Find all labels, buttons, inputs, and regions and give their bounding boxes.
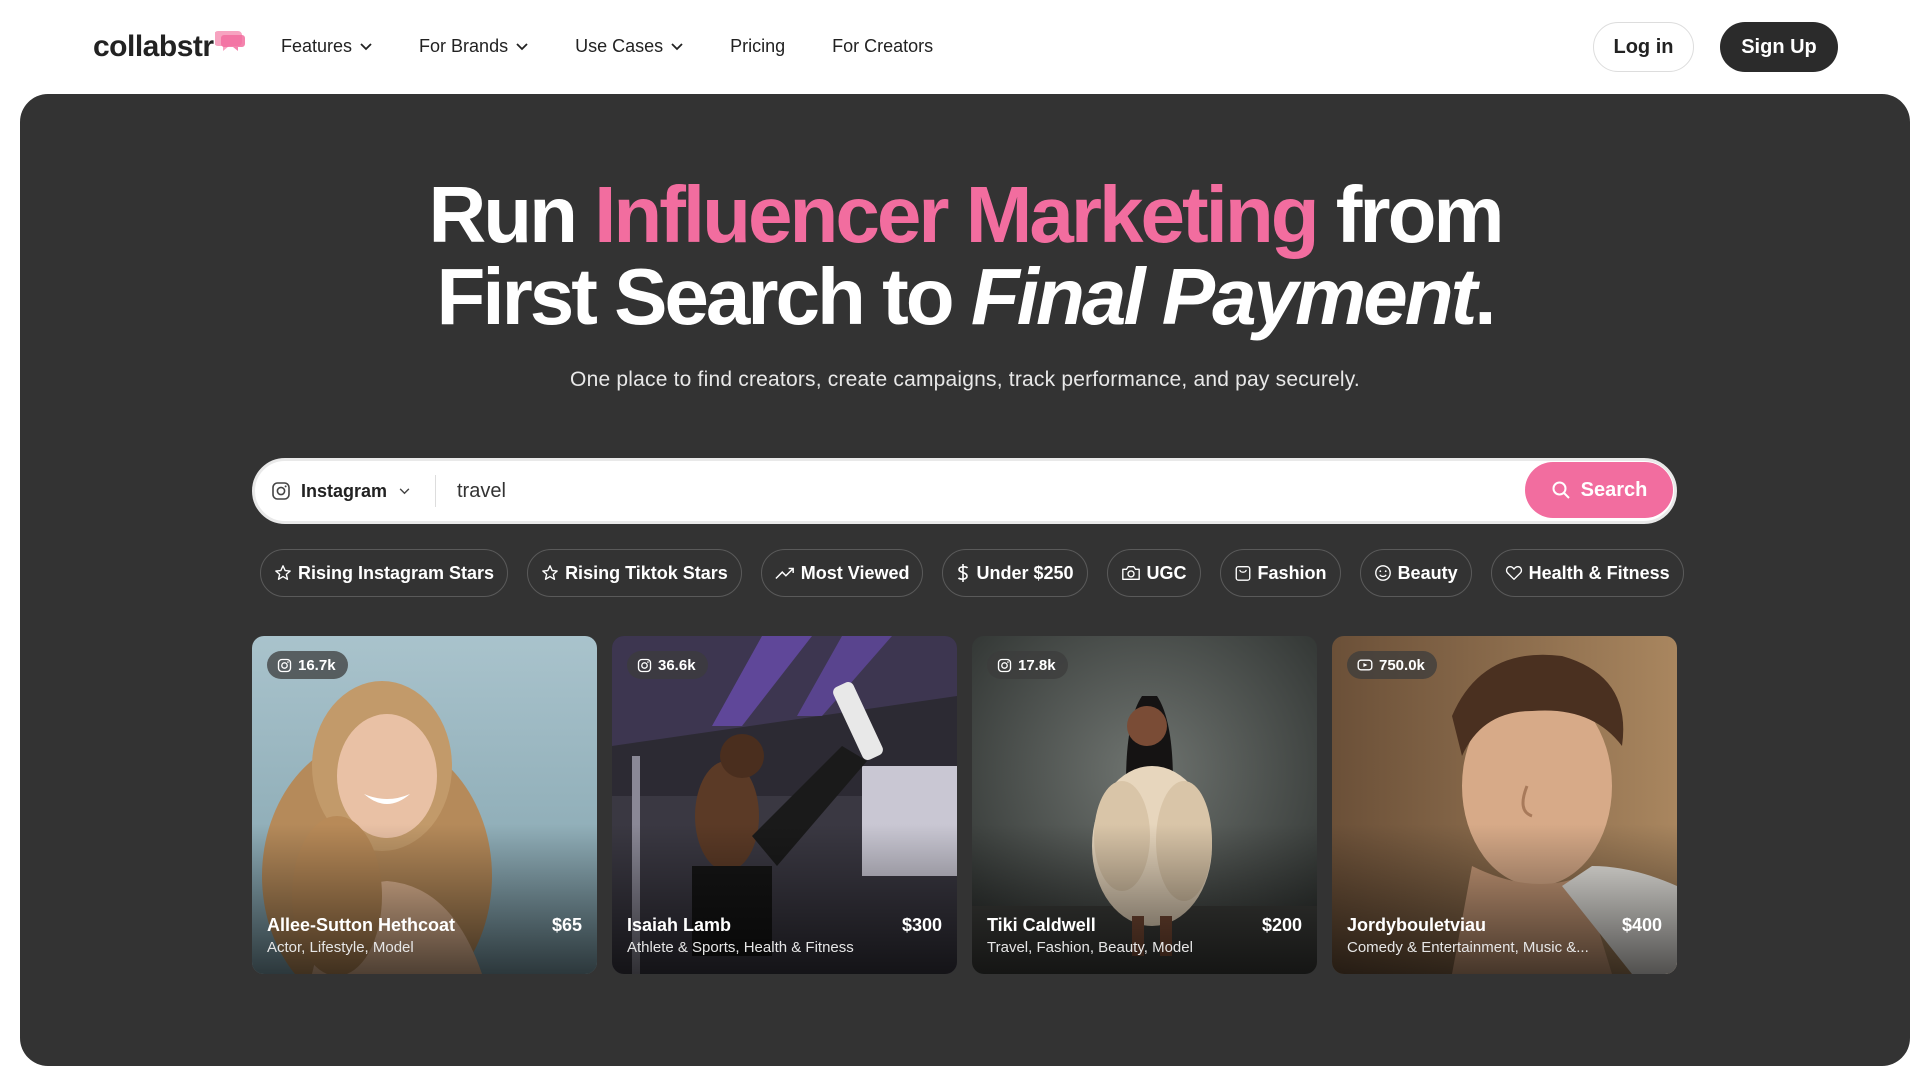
chip-under-250[interactable]: Under $250 [942,549,1088,597]
chevron-down-icon [360,42,372,51]
instagram-icon [997,658,1012,673]
creator-price: $400 [1621,915,1662,935]
creator-search-bar: Instagram Search [252,458,1677,524]
chip-label: Fashion [1257,562,1327,583]
creator-name: Isaiah Lamb [627,915,732,935]
chip-health-fitness[interactable]: Health & Fitness [1490,549,1684,597]
chevron-down-icon [671,42,683,51]
nav-label: Features [281,36,353,56]
chip-rising-tiktok-stars[interactable]: Rising Tiktok Stars [527,549,742,597]
headline-highlight: Influencer Marketing [594,170,1319,259]
search-input[interactable] [457,471,1457,511]
creator-card[interactable]: 16.7k Allee-Sutton Hethcoat Actor, Lifes… [252,636,597,974]
nav-use-cases[interactable]: Use Cases [575,36,683,57]
bag-icon [1234,564,1252,582]
follower-count: 36.6k [658,656,696,674]
creator-card[interactable]: 750.0k Jordybouletviau Comedy & Entertai… [1332,636,1677,974]
nav-pricing[interactable]: Pricing [730,36,785,57]
follower-badge: 16.7k [267,651,348,679]
chevron-down-icon [516,42,528,51]
heart-icon [1505,564,1523,582]
nav-label: For Creators [832,36,934,56]
instagram-icon [271,481,291,501]
signup-button[interactable]: Sign Up [1720,22,1838,72]
search-icon [1551,480,1571,500]
headline-part: . [1474,252,1496,341]
instagram-icon [277,658,292,673]
nav-label: Use Cases [575,36,664,56]
nav-features[interactable]: Features [281,36,372,57]
nav-label: Pricing [730,36,786,56]
hero-section: Run Influencer Marketing from First Sear… [20,94,1910,1066]
collabstr-logo[interactable]: collabstr [93,30,245,64]
search-divider [435,475,436,507]
login-button[interactable]: Log in [1593,22,1694,72]
chip-label: Rising Instagram Stars [298,562,495,583]
creator-price: $65 [551,915,582,935]
speech-bubble-icon [213,28,245,59]
chip-label: Beauty [1397,562,1458,583]
chip-label: UGC [1146,562,1187,583]
creator-categories: Athlete & Sports, Health & Fitness [627,939,854,956]
headline-italic: Final Payment [970,252,1477,341]
chip-label: Rising Tiktok Stars [565,562,728,583]
trending-icon [775,564,795,582]
creator-name: Tiki Caldwell [987,915,1096,935]
hero-headline: Run Influencer Marketing from First Sear… [20,174,1910,338]
follower-badge: 36.6k [627,651,708,679]
creator-name: Allee-Sutton Hethcoat [267,915,456,935]
hero-subheading: One place to find creators, create campa… [570,368,1360,391]
instagram-icon [637,658,652,673]
camera-icon [1121,564,1141,582]
star-icon [274,564,292,582]
chip-fashion[interactable]: Fashion [1219,549,1341,597]
smile-icon [1374,564,1392,582]
creator-price: $200 [1261,915,1302,935]
platform-select[interactable]: Instagram [271,461,410,521]
follower-badge: 750.0k [1347,651,1437,679]
creator-price: $300 [901,915,942,935]
chip-rising-instagram-stars[interactable]: Rising Instagram Stars [260,549,509,597]
search-button-label: Search [1580,478,1648,501]
creator-card[interactable]: 36.6k Isaiah Lamb Athlete & Sports, Heal… [612,636,957,974]
headline-part: Run [428,170,595,259]
chevron-down-icon [399,487,410,495]
creator-cards: 16.7k Allee-Sutton Hethcoat Actor, Lifes… [252,636,1692,974]
creator-name: Jordybouletviau [1347,915,1487,935]
follower-count: 16.7k [298,656,336,674]
nav-for-creators[interactable]: For Creators [832,36,933,57]
chip-label: Health & Fitness [1528,562,1670,583]
chip-label: Most Viewed [800,562,910,583]
star-icon [541,564,559,582]
headline-part: First Search to [436,252,971,341]
search-button[interactable]: Search [1525,462,1673,518]
follower-badge: 17.8k [987,651,1068,679]
follower-count: 17.8k [1018,656,1056,674]
platform-label: Instagram [301,480,388,501]
quick-filter-chips: Rising Instagram Stars Rising Tiktok Sta… [260,549,1703,597]
headline-part: from [1316,170,1505,259]
creator-categories: Travel, Fashion, Beauty, Model [987,939,1193,956]
dollar-icon [956,563,970,583]
youtube-icon [1357,658,1373,672]
chip-most-viewed[interactable]: Most Viewed [760,549,924,597]
chip-ugc[interactable]: UGC [1106,549,1201,597]
creator-categories: Actor, Lifestyle, Model [267,939,414,956]
chip-beauty[interactable]: Beauty [1359,549,1472,597]
creator-card[interactable]: 17.8k Tiki Caldwell Travel, Fashion, Bea… [972,636,1317,974]
nav-label: For Brands [419,36,509,56]
follower-count: 750.0k [1379,656,1425,674]
creator-categories: Comedy & Entertainment, Music &... [1347,939,1589,956]
top-nav: collabstr Features For Brands Use Cases … [0,0,1920,94]
logo-text: collabstr [93,30,214,63]
nav-for-brands[interactable]: For Brands [419,36,528,57]
chip-label: Under $250 [976,562,1074,583]
